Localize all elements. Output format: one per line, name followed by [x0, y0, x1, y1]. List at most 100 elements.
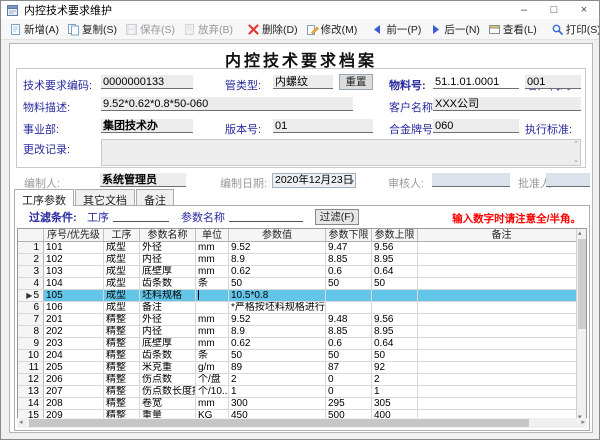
cell-lo[interactable]: 87: [326, 362, 372, 373]
cell-name[interactable]: 外径: [140, 314, 196, 325]
cell-note[interactable]: [418, 290, 586, 301]
cell-val[interactable]: 8.9: [229, 326, 326, 337]
cell-hi[interactable]: 50: [372, 350, 418, 361]
cell-unit[interactable]: g/m: [196, 362, 229, 373]
cell-note[interactable]: [418, 278, 586, 289]
table-row[interactable]: 6106成型备注*严格按坯料规格进行上料*: [18, 302, 586, 314]
column-header[interactable]: 备注: [418, 229, 586, 241]
toolbar-button-print[interactable]: 打印(S): [547, 21, 600, 38]
cell-unit[interactable]: [196, 290, 229, 301]
cell-hi[interactable]: 9.56: [372, 314, 418, 325]
cell-seq[interactable]: 102: [44, 254, 104, 265]
cell-val[interactable]: 1: [229, 386, 326, 397]
filter-param-input[interactable]: [229, 209, 303, 222]
cell-note[interactable]: [418, 350, 586, 361]
cell-proc[interactable]: 成型: [104, 254, 140, 265]
cell-hi[interactable]: [372, 302, 418, 313]
cell-seq[interactable]: 103: [44, 266, 104, 277]
cell-seq[interactable]: 201: [44, 314, 104, 325]
cell-proc[interactable]: 精整: [104, 338, 140, 349]
cell-note[interactable]: [418, 326, 586, 337]
filter-process-input[interactable]: [113, 209, 169, 222]
maximize-button[interactable]: □: [539, 1, 569, 19]
table-row[interactable]: 3103成型底壁厚mm0.620.60.64: [18, 266, 586, 278]
cell-note[interactable]: [418, 266, 586, 277]
table-row[interactable]: 11205精整米克重g/m898792: [18, 362, 586, 374]
cell-seq[interactable]: 208: [44, 398, 104, 409]
minimize-button[interactable]: –: [509, 1, 539, 19]
cell-name[interactable]: 伤点数: [140, 374, 196, 385]
scroll-down-icon[interactable]: ⌄: [573, 157, 579, 164]
cell-unit[interactable]: 个/盘: [196, 374, 229, 385]
toolbar-button-new-doc[interactable]: 新增(A): [5, 21, 63, 38]
cell-val[interactable]: 300: [229, 398, 326, 409]
cell-unit[interactable]: mm: [196, 314, 229, 325]
cell-name[interactable]: 齿条数: [140, 278, 196, 289]
row-header[interactable]: 4: [18, 278, 44, 289]
cell-proc[interactable]: 成型: [104, 302, 140, 313]
material-desc-field[interactable]: 9.52*0.62*0.8*50-060: [101, 97, 353, 111]
cell-name[interactable]: 底壁厚: [140, 266, 196, 277]
cell-proc[interactable]: 成型: [104, 266, 140, 277]
table-row[interactable]: ▶5105成型坯料规格10.5*0.8: [18, 290, 586, 302]
scroll-right-icon[interactable]: ▸: [581, 419, 585, 427]
version-no-field[interactable]: 01: [273, 119, 373, 133]
cell-unit[interactable]: 个/10...: [196, 386, 229, 397]
cell-seq[interactable]: 202: [44, 326, 104, 337]
cell-proc[interactable]: 精整: [104, 362, 140, 373]
reset-button[interactable]: 重置: [339, 74, 373, 90]
column-header[interactable]: 参数上限: [372, 229, 418, 241]
cell-seq[interactable]: 106: [44, 302, 104, 313]
cell-note[interactable]: [418, 302, 586, 313]
material-no-field[interactable]: 51.1.01.0001: [433, 75, 519, 89]
table-row[interactable]: 14208精整卷宽mm300295305: [18, 398, 586, 410]
row-header[interactable]: 13: [18, 386, 44, 397]
cell-unit[interactable]: mm: [196, 242, 229, 253]
cell-val[interactable]: 50: [229, 350, 326, 361]
scroll-up-icon[interactable]: ▴: [578, 229, 582, 237]
cell-note[interactable]: [418, 242, 586, 253]
cell-hi[interactable]: 0.64: [372, 266, 418, 277]
change-record-textarea[interactable]: ⌃ ⌄: [101, 139, 581, 166]
cell-lo[interactable]: 0.6: [326, 266, 372, 277]
cell-val[interactable]: 50: [229, 278, 326, 289]
cell-name[interactable]: 齿条数: [140, 350, 196, 361]
cell-name[interactable]: 米克重: [140, 362, 196, 373]
toolbar-button-copy[interactable]: 复制(S): [63, 21, 121, 38]
cell-unit[interactable]: mm: [196, 254, 229, 265]
cell-val[interactable]: *严格按坯料规格进行上料*: [229, 302, 326, 313]
table-row[interactable]: 2102成型内径mm8.98.858.95: [18, 254, 586, 266]
cell-val[interactable]: 9.52: [229, 314, 326, 325]
toolbar-button-prev[interactable]: 前一(P): [367, 21, 425, 38]
cell-proc[interactable]: 成型: [104, 242, 140, 253]
cell-name[interactable]: 外径: [140, 242, 196, 253]
table-row[interactable]: 7201精整外径mm9.529.489.56: [18, 314, 586, 326]
cell-unit[interactable]: mm: [196, 398, 229, 409]
cell-seq[interactable]: 206: [44, 374, 104, 385]
compile-date-combo[interactable]: 2020年12月23日 ▾: [272, 173, 356, 188]
cell-lo[interactable]: 295: [326, 398, 372, 409]
cell-name[interactable]: 内径: [140, 254, 196, 265]
tech-req-code-field[interactable]: 0000000133: [101, 75, 193, 89]
cell-val[interactable]: 0.62: [229, 338, 326, 349]
cell-unit[interactable]: 条: [196, 350, 229, 361]
table-row[interactable]: 4104成型齿条数条505050: [18, 278, 586, 290]
cell-hi[interactable]: 2: [372, 374, 418, 385]
cell-hi[interactable]: 92: [372, 362, 418, 373]
scroll-left-icon[interactable]: ◂: [19, 419, 23, 427]
table-row[interactable]: 13207精整伤点数长度控制个/10...101: [18, 386, 586, 398]
row-header[interactable]: 7: [18, 314, 44, 325]
cell-unit[interactable]: mm: [196, 266, 229, 277]
cell-lo[interactable]: 50: [326, 278, 372, 289]
horizontal-scrollbar[interactable]: ◂ ▸: [17, 418, 587, 428]
cell-lo[interactable]: 50: [326, 350, 372, 361]
cell-hi[interactable]: 1: [372, 386, 418, 397]
chevron-down-icon[interactable]: ▾: [350, 175, 354, 188]
cell-note[interactable]: [418, 338, 586, 349]
customer-code-field[interactable]: 001: [525, 75, 581, 89]
column-header[interactable]: 工序: [104, 229, 140, 241]
cell-note[interactable]: [418, 254, 586, 265]
cell-seq[interactable]: 101: [44, 242, 104, 253]
row-header[interactable]: 12: [18, 374, 44, 385]
division-field[interactable]: 集团技术办: [101, 119, 193, 133]
